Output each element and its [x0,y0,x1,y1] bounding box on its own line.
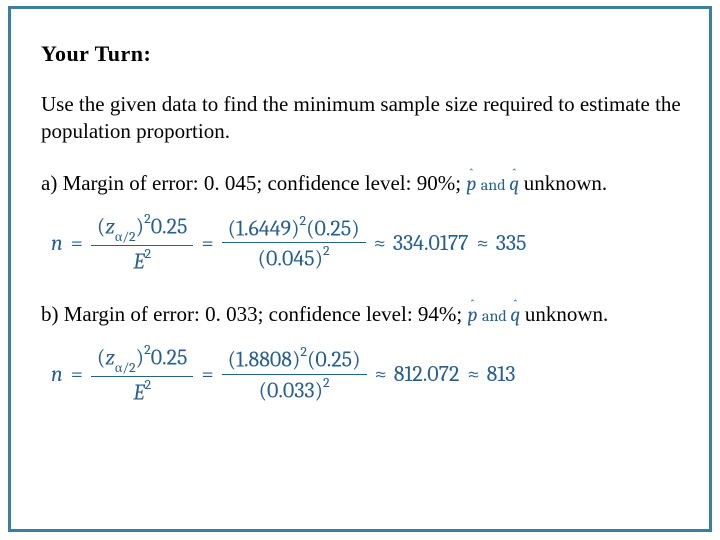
e-value-b: 0.033 [267,377,315,403]
part-b-line: b) Margin of error: 0. 033; confidence l… [41,301,683,328]
fraction-symbolic-a: (zα/2)20.25 E2 [91,211,194,275]
n-symbol: n [51,361,63,387]
fraction-numeric-b: (1.8808)2(0.25) (0.033)2 [222,344,367,404]
part-b-text-before: b) Margin of error: 0. 033; confidence l… [41,302,467,326]
result-rounded-b: 813 [487,361,516,387]
E-symbol: E [133,379,144,405]
and-word: and [481,176,509,194]
and-word: and [482,307,510,325]
symbolic-product: 0.25 [151,213,188,239]
equals-sign: = [201,361,213,387]
z-symbol: z [105,345,115,371]
equals-sign: = [201,230,213,256]
p-hat-q-hat: p and q [467,303,524,326]
part-a-line: a) Margin of error: 0. 045; confidence l… [41,170,683,197]
document-frame: Your Turn: Use the given data to find th… [8,6,712,532]
equation-b: n = (zα/2)20.25 E2 = (1.8808)2(0.25) (0.… [41,342,683,406]
p-hat-symbol: p [466,171,476,197]
z-value-b: 1.8808 [236,347,292,373]
equation-a: n = (zα/2)20.25 E2 = (1.6449)2(0.25) (0.… [41,211,683,275]
approx-sign: ≈ [467,361,478,387]
p-hat-q-hat: p and q [466,172,523,195]
q-hat-symbol: q [509,171,519,197]
symbolic-product: 0.25 [151,345,188,371]
product-a: 0.25 [314,215,351,241]
n-symbol: n [51,230,63,256]
part-a-text-after: unknown. [524,171,607,195]
e-value-a: 0.045 [266,246,315,272]
result-decimal-b: 812.072 [394,361,460,387]
z-subscript: α/2 [115,228,136,245]
approx-sign: ≈ [375,361,386,387]
z-subscript: α/2 [115,359,136,376]
approx-sign: ≈ [374,230,385,256]
prompt-text: Use the given data to find the minimum s… [41,91,683,146]
equals-sign: = [71,361,83,387]
fraction-numeric-a: (1.6449)2(0.25) (0.045)2 [222,213,366,273]
result-decimal-a: 334.0177 [393,230,469,256]
approx-sign: ≈ [477,230,488,256]
part-b-text-after: unknown. [525,302,608,326]
E-symbol: E [133,248,144,274]
product-b: 0.25 [315,347,352,373]
z-value-a: 1.6449 [236,215,291,241]
section-title: Your Turn: [41,41,683,67]
fraction-symbolic-b: (zα/2)20.25 E2 [91,342,194,406]
result-rounded-a: 335 [496,230,527,256]
part-a-text-before: a) Margin of error: 0. 045; confidence l… [41,171,466,195]
equals-sign: = [71,230,83,256]
z-symbol: z [105,213,115,239]
p-hat-symbol: p [467,302,477,328]
q-hat-symbol: q [510,302,520,328]
